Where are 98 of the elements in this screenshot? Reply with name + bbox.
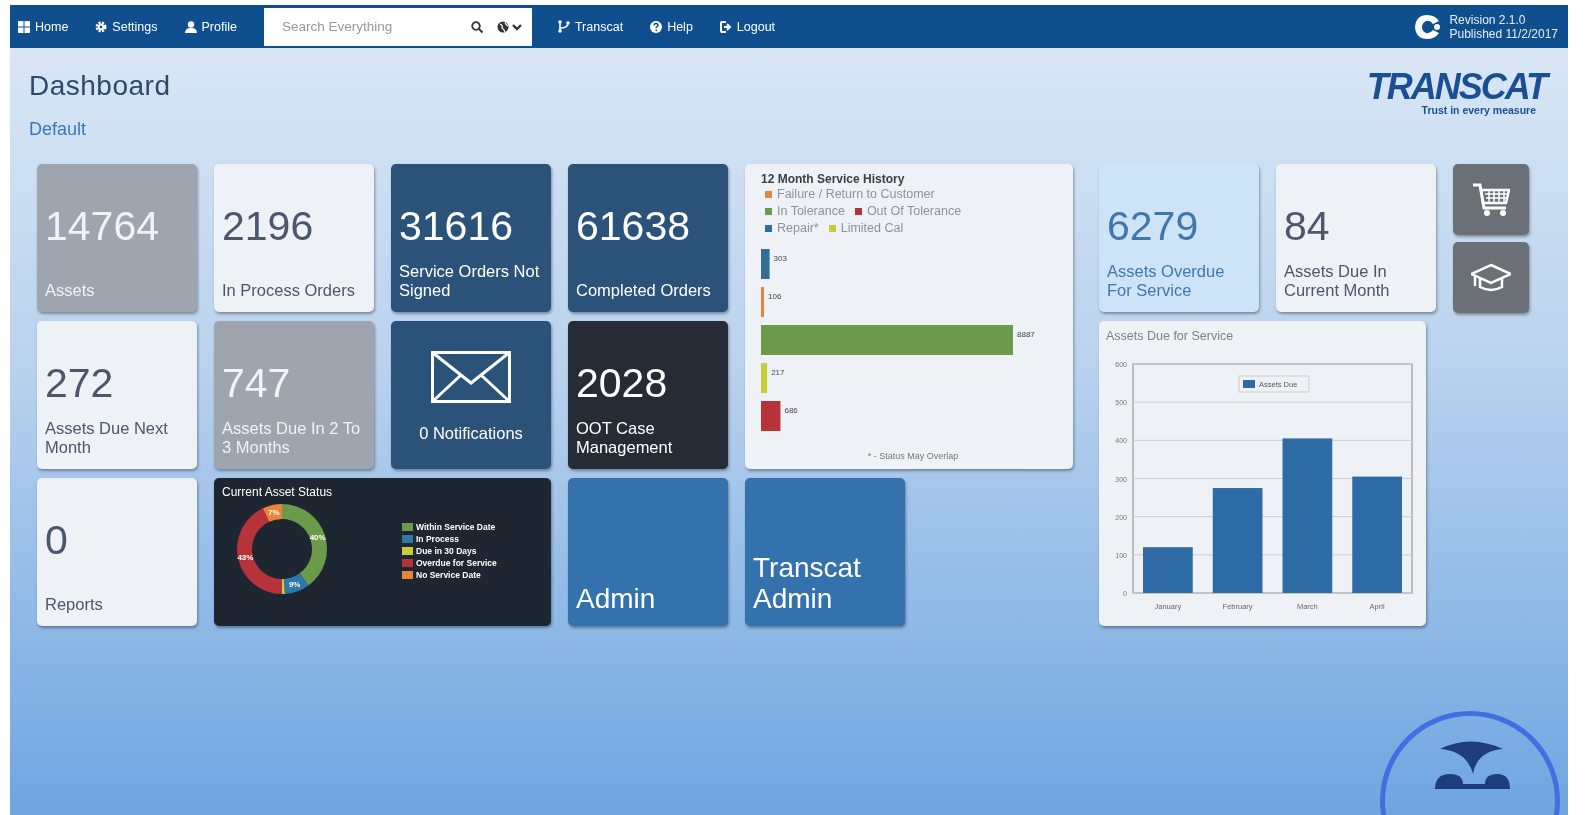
stat-label: Assets [45,281,96,300]
nav-link[interactable]: Logout [719,19,782,34]
stat-value: 2028 [576,361,669,405]
stat-label: Assets Due In Current Month [1284,262,1391,300]
chevron-down-icon [511,22,522,31]
stat-value: 6279 [1107,204,1200,248]
stat-tile[interactable]: 31616 Service Orders Not Signed [391,164,551,312]
legend-label: In Tolerance [777,203,845,220]
globe-dropdown[interactable] [496,20,522,33]
brand-tagline: Trust in every measure [1421,104,1536,116]
legend-label: Repair* [777,220,819,237]
chart-title: 12 Month Service History [761,172,906,186]
revision-text: Revision 2.1.0 [1449,12,1527,27]
legend-swatch [402,523,413,531]
slice-label: 43% [237,553,254,563]
legend-swatch [402,559,413,567]
stat-tile[interactable]: 6279 Assets Overdue For Service [1099,164,1259,312]
search-icon [470,20,483,33]
logo-icon [1413,12,1442,41]
logout-icon [719,20,732,33]
stat-value: 2196 [222,204,315,248]
data-label: 8887 [1017,330,1035,339]
legend-label: Overdue for Service [416,558,497,568]
nav-link[interactable]: Settings [95,19,164,34]
legend-swatch [402,535,413,543]
slice-label: 40% [309,533,326,543]
data-label: 303 [773,254,787,263]
stat-label: Assets Overdue For Service [1107,262,1226,300]
data-label: 686 [784,406,798,415]
chart-title: Assets Due for Service [1106,329,1235,343]
stat-tile[interactable]: 272 Assets Due Next Month [37,321,197,469]
envelope-icon [431,351,511,403]
bar [761,363,768,393]
slice-label: 9% [288,580,301,590]
bar [761,249,770,279]
notifications-label: 0 Notifications [419,424,523,443]
nav-link[interactable]: Home [18,19,75,34]
admin-tile[interactable]: Admin [568,478,728,626]
stat-value: 84 [1284,204,1331,248]
legend-label: Limited Cal [840,220,904,237]
page-title: Dashboard [29,70,171,102]
icon-tile[interactable] [1453,242,1529,313]
icon-tile[interactable] [1453,164,1529,235]
tile-label: Transcat Admin [753,552,862,614]
stat-tile[interactable]: 0 Reports [37,478,197,626]
stat-value: 747 [222,361,292,405]
stat-label: Assets Due Next Month [45,419,169,457]
legend-swatch [402,571,413,579]
stat-value: 61638 [576,204,691,248]
chart-footnote: * - Status May Overlap [866,451,960,461]
published-date: Published 11/2/2017 [1449,26,1558,41]
stat-value: 14764 [45,204,160,248]
tile-label: Admin [576,583,656,614]
stat-label: OOT Case Management [576,419,674,457]
stat-value: 0 [45,518,69,562]
admin-tile[interactable]: Transcat Admin [745,478,905,626]
search-field[interactable]: Search Everything [279,18,463,35]
notifications-tile[interactable]: 0 Notifications [391,321,551,469]
stat-label: Service Orders Not Signed [399,262,541,300]
legend-label: In Process [416,534,459,544]
dashboard-name: Default [29,119,88,140]
graduation-cap-icon [1471,262,1511,293]
legend-label: Out Of Tolerance [866,203,962,220]
legend-box [1238,375,1310,393]
globe-icon [496,20,509,33]
nav-link[interactable]: Help [650,19,699,34]
help-icon [650,20,663,33]
legend-label: No Service Date [416,570,481,580]
legend-swatch [1243,380,1255,388]
stat-tile[interactable]: 84 Assets Due In Current Month [1276,164,1436,312]
person-icon [184,20,197,33]
legend-label: Failure / Return to Customer [777,186,935,203]
legend-label: Within Service Date [416,522,496,532]
stat-label: Completed Orders [576,281,712,300]
legend-label: Due in 30 Days [416,546,477,556]
bar [761,287,764,317]
stat-tile[interactable]: 61638 Completed Orders [568,164,728,312]
branch-icon [557,20,570,33]
data-label: 106 [768,292,782,301]
search-bar[interactable]: Search Everything [263,7,532,46]
stat-value: 31616 [399,204,514,248]
grid-icon [18,20,30,33]
stat-tile[interactable]: 2028 OOT Case Management [568,321,728,469]
bar [761,401,781,431]
chart-title: Current Asset Status [222,485,334,499]
cart-icon [1472,182,1510,217]
nav-link[interactable]: Profile [184,19,243,34]
stat-value: 272 [45,361,115,405]
bar [1143,547,1193,593]
nav-link[interactable]: Transcat [557,19,630,34]
stat-label: Assets Due In 2 To 3 Months [222,419,362,457]
stat-tile[interactable]: 2196 In Process Orders [214,164,374,312]
stat-label: In Process Orders [222,281,356,300]
settings-icon [95,20,108,33]
legend-swatch [402,547,413,555]
slice-label: 7% [268,508,280,518]
stat-label: Reports [45,595,104,614]
data-label: 217 [771,368,785,377]
